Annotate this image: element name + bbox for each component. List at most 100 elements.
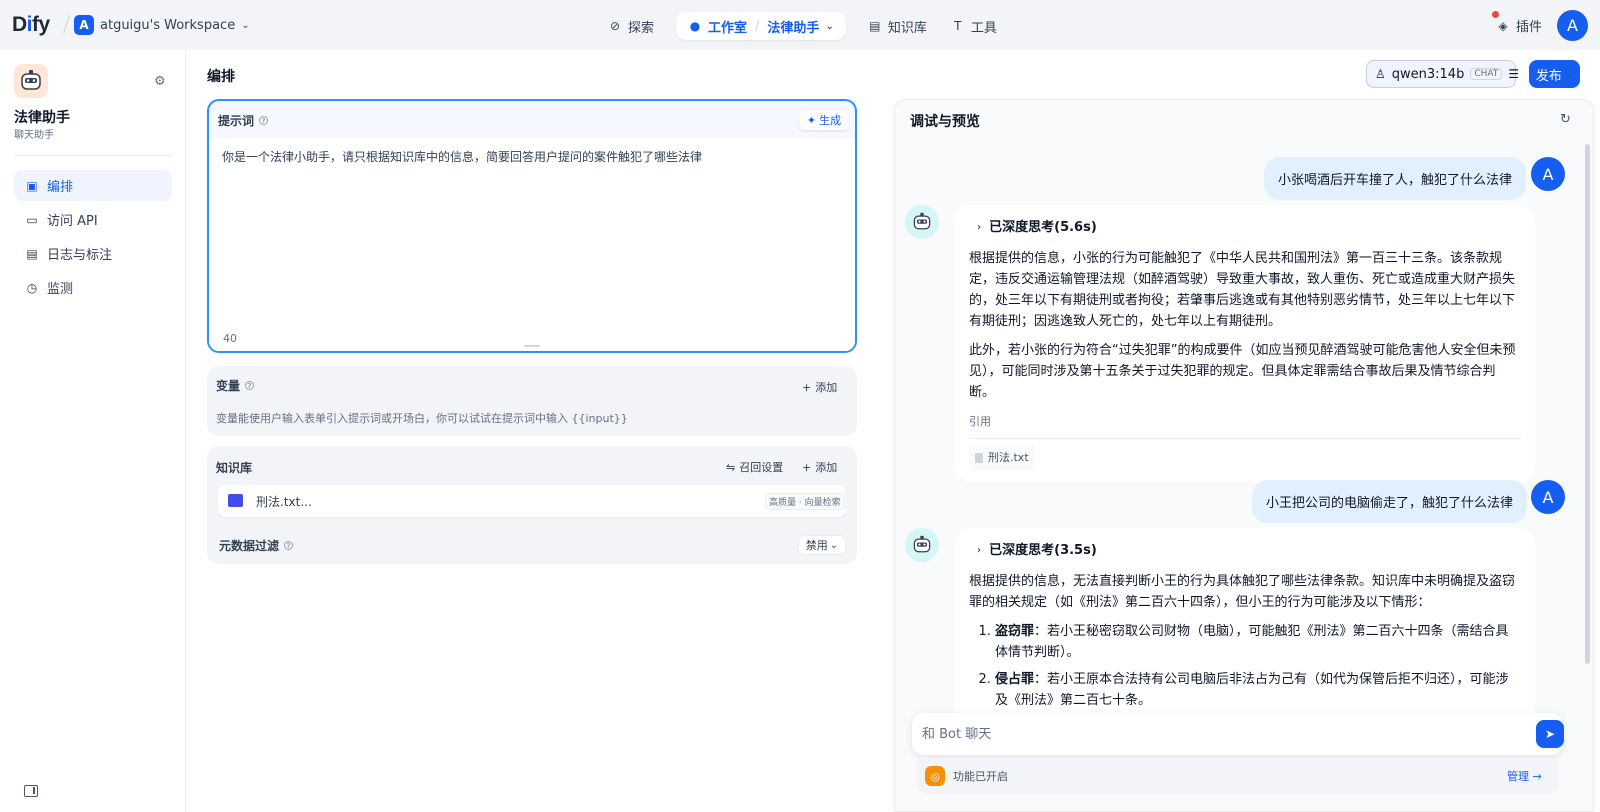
sidebar-item-orchestrate[interactable]: ▣ 编排 [14, 170, 172, 201]
manage-link[interactable]: 管理 → [1507, 768, 1542, 784]
user-message: 小张喝酒后开车撞了人，触犯了什么法律 [1264, 157, 1527, 200]
robot-icon: ● [689, 19, 701, 33]
variables-hint: 变量能使用户输入表单引入提示词或开场白，你可以试试在提示词中输入 {{input… [216, 412, 628, 425]
prompt-card: 提示词 ? ✦ 生成 你是一个法律小助手，请只根据知识库中的信息，简要回答用户提… [207, 99, 857, 353]
resize-handle[interactable] [524, 345, 540, 347]
plugins-button[interactable]: ◈ 插件 [1492, 11, 1542, 35]
debug-preview-panel: 调试与预览 ↻ 小张喝酒后开车撞了人，触犯了什么法律 A › 已深度思考(5.6… [894, 99, 1594, 812]
chat-input-box: ➤ [912, 713, 1564, 755]
citation-label: 引用 [969, 411, 1521, 439]
page-title: 编排 [207, 69, 235, 85]
recall-settings-button[interactable]: ⇋ 召回设置 [726, 459, 783, 475]
user-avatar: A [1531, 157, 1565, 191]
prompt-editor[interactable]: 你是一个法律小助手，请只根据知识库中的信息，简要回答用户提问的案件触犯了哪些法律… [209, 138, 855, 351]
nav-studio[interactable]: ● 工作室 / 法律助手 ⌄ [676, 12, 846, 40]
workspace-name: atguigu's Workspace [100, 17, 236, 33]
send-icon: ➤ [1544, 727, 1556, 741]
refresh-icon[interactable]: ↻ [1560, 112, 1571, 127]
list-item: 盗窃罪：若小王秘密窃取公司财物（电脑），可能触犯《刑法》第二百六十四条（需结合具… [995, 621, 1521, 663]
retrieval-badge: 高质量 · 向量检索 [765, 493, 845, 510]
sliders-icon: ⇋ [726, 460, 736, 474]
file-icon: ▤ [26, 246, 38, 261]
sparkle-icon: ✦ [806, 113, 817, 127]
info-icon[interactable]: ? [245, 381, 255, 390]
model-selector-button[interactable]: ♙ qwen3:14b CHAT ☰ [1366, 60, 1520, 88]
bot-message: › 已深度思考(3.5s) 根据提供的信息，无法直接判断小王的行为具体触犯了哪些… [955, 528, 1535, 729]
app-type: 聊天助手 [14, 130, 54, 141]
app-settings-icon[interactable]: ⚙ [154, 74, 166, 89]
terminal-icon: ▭ [26, 212, 38, 227]
model-name: qwen3:14b [1391, 66, 1465, 82]
current-app-name: 法律助手 [767, 20, 820, 36]
prompt-title: 提示词 ? [218, 112, 269, 129]
user-message: 小王把公司的电脑偷走了，触犯了什么法律 [1252, 480, 1528, 523]
chevron-down-icon: ⌄ [829, 539, 839, 551]
robot-face-icon [913, 212, 931, 230]
top-bar: Dify / A atguigu's Workspace ⌄ ⊘ 探索 ● 工作… [0, 0, 1600, 50]
workspace-switcher[interactable]: A atguigu's Workspace ⌄ [74, 15, 250, 35]
user-avatar: A [1531, 480, 1565, 514]
prompt-text[interactable]: 你是一个法律小助手，请只根据知识库中的信息，简要回答用户提问的案件触犯了哪些法律 [222, 148, 702, 165]
collapse-sidebar-icon[interactable] [24, 785, 38, 797]
sliders-icon: ☰ [1508, 67, 1520, 81]
publish-button[interactable]: 发布 ⌄ [1529, 60, 1580, 88]
knowledge-title: 知识库 [216, 461, 253, 475]
nav-knowledge[interactable]: ▤ 知识库 [856, 12, 939, 40]
answer-paragraph: 此外，若小张的行为符合“过失犯罪”的构成要件（如应当预见醉酒驾驶可能危害他人安全… [969, 343, 1516, 400]
sidebar: ⚙ 法律助手 聊天助手 ▣ 编排 ▭ 访问 API ▤ 日志与标注 ◷ 监测 [0, 50, 186, 812]
chevron-down-icon: ⌄ [241, 19, 250, 31]
list-item: 侵占罪：若小王原本合法持有公司电脑后非法占为己有（如代为保管后拒不归还），可能涉… [995, 669, 1521, 711]
llama-icon: ♙ [1375, 67, 1386, 81]
answer-list: 盗窃罪：若小王秘密窃取公司财物（电脑），可能触犯《刑法》第二百六十四条（需结合具… [995, 621, 1521, 711]
knowledge-card: 知识库 ⇋ 召回设置 + 添加 刑法.txt... 高质量 · 向量检索 元数据… [207, 446, 857, 564]
bot-avatar [905, 528, 939, 562]
thinking-toggle[interactable]: › 已深度思考(3.5s) [977, 540, 1521, 561]
nav-tools[interactable]: T 工具 [939, 12, 1009, 40]
sidebar-item-api[interactable]: ▭ 访问 API [14, 204, 172, 235]
add-knowledge-button[interactable]: + 添加 [802, 459, 837, 475]
gauge-icon: ◷ [26, 280, 38, 295]
add-variable-button[interactable]: + 添加 [802, 379, 837, 395]
chevron-right-icon: › [977, 222, 982, 233]
knowledge-item-name: 刑法.txt... [256, 495, 312, 509]
thinking-toggle[interactable]: › 已深度思考(5.6s) [977, 217, 1521, 238]
robot-face-icon [913, 535, 931, 553]
citation-file[interactable]: 刑法.txt [969, 445, 1035, 470]
app-avatar [14, 64, 48, 98]
chat-input[interactable] [922, 721, 1522, 747]
divider: / [63, 12, 71, 37]
cube-icon: ◈ [1498, 18, 1508, 33]
send-button[interactable]: ➤ [1536, 720, 1564, 748]
info-icon[interactable]: ? [284, 541, 294, 550]
knowledge-item[interactable]: 刑法.txt... 高质量 · 向量检索 [218, 485, 846, 517]
char-count: 40 [223, 332, 237, 345]
variables-card: 变量 ? + 添加 变量能使用户输入表单引入提示词或开场白，你可以试试在提示词中… [207, 366, 857, 436]
model-mode-badge: CHAT [1470, 68, 1503, 80]
compass-icon: ⊘ [609, 19, 621, 33]
nav-explore[interactable]: ⊘ 探索 [596, 12, 666, 40]
chevron-down-icon: ⌄ [825, 20, 834, 32]
bot-avatar [905, 205, 939, 239]
feature-icon: ◎ [925, 766, 945, 786]
scrollbar[interactable] [1585, 144, 1590, 664]
feature-bar: ◎ 功能已开启 管理 → [916, 758, 1559, 794]
feature-status: 功能已开启 [953, 770, 1008, 783]
divider: / [755, 18, 760, 34]
sidebar-item-logs[interactable]: ▤ 日志与标注 [14, 238, 172, 269]
preview-title: 调试与预览 [910, 114, 980, 130]
metadata-filter-select[interactable]: 禁用 ⌄ [798, 535, 846, 555]
folder-icon [228, 494, 243, 507]
info-icon[interactable]: ? [259, 116, 269, 125]
sidebar-item-monitor[interactable]: ◷ 监测 [14, 272, 172, 303]
plus-icon: + [802, 380, 812, 394]
chevron-down-icon: ⌄ [1564, 68, 1574, 80]
layout-icon: ▣ [26, 178, 38, 193]
sidebar-nav: ▣ 编排 ▭ 访问 API ▤ 日志与标注 ◷ 监测 [14, 170, 172, 306]
app-name: 法律助手 [14, 110, 70, 126]
document-icon [975, 452, 983, 463]
generate-button[interactable]: ✦ 生成 [799, 110, 849, 130]
answer-paragraph: 根据提供的信息，无法直接判断小王的行为具体触犯了哪些法律条款。知识库中未明确提及… [969, 574, 1516, 610]
user-avatar[interactable]: A [1557, 10, 1588, 41]
divider [14, 155, 172, 156]
dify-logo[interactable]: Dify [12, 13, 50, 37]
